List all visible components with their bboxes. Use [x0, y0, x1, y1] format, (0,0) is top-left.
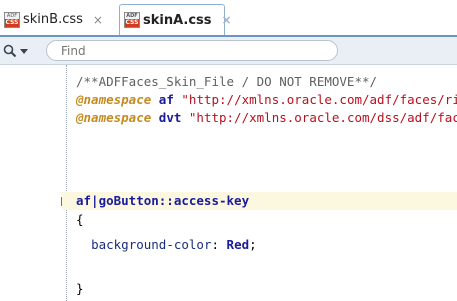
- code-declaration-line: background-color: Red;: [76, 236, 257, 254]
- css-file-icon: ADF CSS: [4, 11, 20, 28]
- editor-tab-strip: ADF CSS skinB.css × ADF CSS skinA.css ×: [0, 0, 457, 37]
- namespace-prefix: dvt: [158, 110, 182, 125]
- namespace-url: "http://xmlns.oracle.com/dss/adf/faces";: [188, 110, 457, 125]
- namespace-prefix: af: [158, 92, 174, 107]
- code-open-brace: {: [76, 212, 84, 227]
- css-file-icon: ADF CSS: [124, 12, 140, 28]
- code-editor[interactable]: /**ADFFaces_Skin_File / DO NOT REMOVE**/…: [0, 65, 457, 301]
- namespace-keyword: @namespace: [76, 110, 152, 125]
- find-bar: [0, 37, 457, 65]
- close-icon[interactable]: ×: [222, 13, 232, 27]
- css-selector: af|goButton::access-key: [76, 193, 250, 208]
- tab-skinA-css[interactable]: ADF CSS skinA.css ×: [119, 4, 232, 35]
- css-colon: :: [211, 237, 220, 252]
- code-namespace-line-af: @namespace af "http://xmlns.oracle.com/a…: [76, 91, 457, 109]
- namespace-url: "http://xmlns.oracle.com/adf/faces/rich"…: [181, 92, 457, 107]
- search-icon: [3, 44, 17, 58]
- find-input[interactable]: [46, 40, 338, 61]
- tab-skinB-css[interactable]: ADF CSS skinB.css ×: [0, 4, 116, 35]
- code-comment-line: /**ADFFaces_Skin_File / DO NOT REMOVE**/: [76, 74, 378, 89]
- fold-guide: [66, 65, 67, 301]
- line-gutter: [0, 65, 48, 301]
- tab-label: skinA.css: [143, 12, 212, 28]
- css-property: background-color: [91, 237, 212, 252]
- chevron-down-icon: [20, 49, 28, 54]
- css-semicolon: ;: [249, 237, 257, 252]
- code-close-brace: }: [76, 281, 84, 296]
- namespace-keyword: @namespace: [76, 92, 152, 107]
- close-icon[interactable]: ×: [93, 13, 103, 27]
- code-selector-line: af|goButton::access-key: [62, 192, 457, 210]
- tab-label: skinB.css: [23, 12, 83, 27]
- search-options-button[interactable]: [3, 42, 37, 60]
- css-value: Red: [226, 237, 250, 252]
- code-namespace-line-dvt: @namespace dvt "http://xmlns.oracle.com/…: [76, 109, 457, 127]
